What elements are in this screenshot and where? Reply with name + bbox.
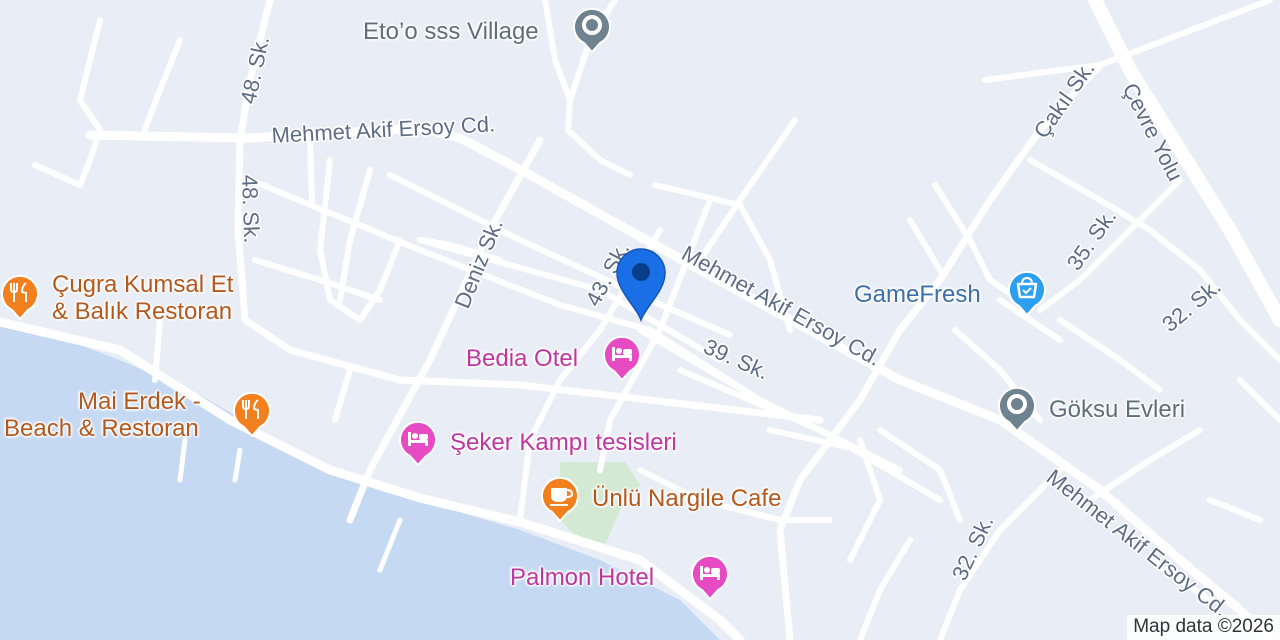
restaurant-icon — [1, 274, 39, 320]
poi-palmon-hotel[interactable]: Palmon Hotel — [506, 552, 738, 604]
road-label-32-sk-right: 32. Sk. — [1157, 274, 1226, 337]
road-label-48-sk-mid: 48. Sk. — [237, 174, 264, 243]
poi-label: Göksu Evleri — [1049, 396, 1186, 423]
road-label-39-sk: 39. Sk. — [700, 334, 773, 385]
cafe-icon — [541, 476, 579, 522]
poi-label-line1: Çugra Kumsal Et — [52, 271, 234, 298]
poi-bedia-otel[interactable]: Bedia Otel — [462, 333, 652, 385]
location-marker-icon[interactable] — [614, 246, 668, 322]
poi-label: GameFresh — [854, 281, 981, 308]
hotel-icon — [603, 335, 641, 381]
map-attribution: Map data ©2026 — [1127, 615, 1280, 640]
poi-label: Bedia Otel — [466, 345, 579, 372]
poi-label-line2: Beach & Restoran — [4, 415, 199, 442]
map-canvas[interactable]: Mehmet Akif Ersoy Cd. Mehmet Akif Ersoy … — [0, 0, 1280, 640]
landmark-pin-icon — [573, 7, 611, 53]
road-label-48-sk-top: 48. Sk. — [235, 34, 274, 106]
poi-cugra-kumsal-et[interactable]: Çugra Kumsal Et & Balık Restoran — [0, 266, 270, 326]
landmark-pin-icon — [998, 386, 1036, 432]
poi-label: Eto’o sss Village — [363, 18, 539, 45]
poi-label: Ünlü Nargile Cafe — [592, 485, 782, 512]
poi-label: Şeker Kampı tesisleri — [450, 429, 677, 456]
poi-mai-erdek[interactable]: Mai Erdek - Beach & Restoran — [0, 385, 280, 445]
poi-goksu-evleri[interactable]: Göksu Evleri — [997, 384, 1217, 436]
poi-label-line2: & Balık Restoran — [52, 298, 233, 325]
poi-label-line1: Mai Erdek - — [78, 388, 201, 415]
restaurant-icon — [233, 391, 271, 437]
shopping-bag-icon — [1008, 270, 1046, 316]
hotel-icon — [691, 554, 729, 600]
road-label-mehmet-akif-ersoy-3: Mehmet Akif Ersoy Cd. — [1042, 464, 1234, 621]
poi-seker-kampi[interactable]: Şeker Kampı tesisleri — [398, 418, 718, 470]
poi-gamefresh[interactable]: GameFresh — [850, 268, 1050, 320]
poi-label: Palmon Hotel — [510, 564, 655, 591]
hotel-icon — [399, 420, 437, 466]
poi-etoo-sss-village[interactable]: Eto’o sss Village — [360, 5, 620, 61]
poi-unlu-nargile-cafe[interactable]: Ünlü Nargile Cafe — [540, 474, 820, 526]
